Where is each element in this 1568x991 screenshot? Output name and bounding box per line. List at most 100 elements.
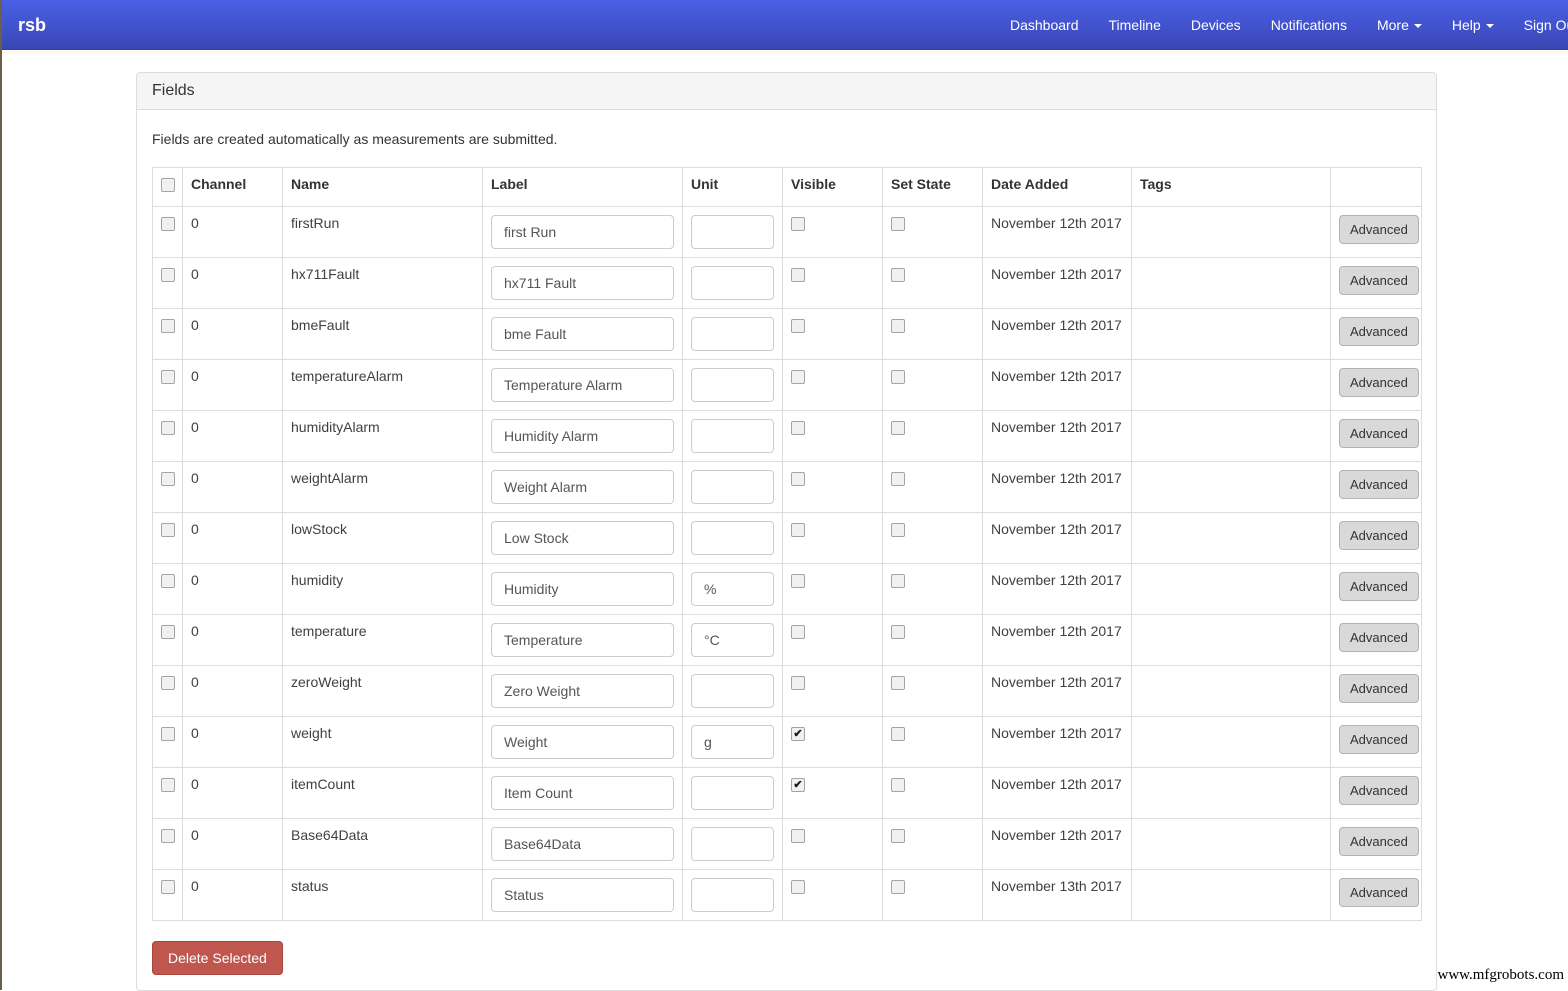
- set-state-checkbox[interactable]: [891, 676, 905, 690]
- label-input[interactable]: [491, 572, 674, 606]
- visible-checkbox[interactable]: [791, 370, 805, 384]
- visible-checkbox[interactable]: [791, 880, 805, 894]
- advanced-button[interactable]: Advanced: [1339, 572, 1419, 601]
- nav-dropdown-help[interactable]: Help: [1437, 0, 1509, 50]
- advanced-button[interactable]: Advanced: [1339, 470, 1419, 499]
- row-select-checkbox[interactable]: [161, 676, 175, 690]
- row-select-checkbox[interactable]: [161, 268, 175, 282]
- nav-link-sign-out[interactable]: Sign Out: [1509, 0, 1568, 50]
- unit-input[interactable]: [691, 419, 774, 453]
- visible-checkbox[interactable]: [791, 727, 805, 741]
- delete-selected-button[interactable]: Delete Selected: [152, 941, 283, 975]
- unit-input[interactable]: [691, 725, 774, 759]
- set-state-checkbox[interactable]: [891, 268, 905, 282]
- row-select-checkbox[interactable]: [161, 880, 175, 894]
- visible-checkbox[interactable]: [791, 523, 805, 537]
- advanced-button[interactable]: Advanced: [1339, 725, 1419, 754]
- visible-checkbox[interactable]: [791, 778, 805, 792]
- unit-input[interactable]: [691, 266, 774, 300]
- label-input[interactable]: [491, 623, 674, 657]
- set-state-checkbox[interactable]: [891, 727, 905, 741]
- advanced-button[interactable]: Advanced: [1339, 215, 1419, 244]
- set-state-checkbox[interactable]: [891, 625, 905, 639]
- nav-dropdown-more[interactable]: More: [1362, 0, 1437, 50]
- visible-checkbox[interactable]: [791, 217, 805, 231]
- row-select-checkbox[interactable]: [161, 727, 175, 741]
- nav-link-dashboard[interactable]: Dashboard: [995, 0, 1094, 50]
- set-state-checkbox[interactable]: [891, 880, 905, 894]
- visible-cell: [783, 615, 883, 666]
- label-input[interactable]: [491, 827, 674, 861]
- advanced-button[interactable]: Advanced: [1339, 266, 1419, 295]
- row-select-checkbox[interactable]: [161, 523, 175, 537]
- nav-link-devices[interactable]: Devices: [1176, 0, 1256, 50]
- unit-input[interactable]: [691, 215, 774, 249]
- label-input[interactable]: [491, 674, 674, 708]
- set-state-checkbox[interactable]: [891, 778, 905, 792]
- set-state-checkbox[interactable]: [891, 421, 905, 435]
- unit-input[interactable]: [691, 470, 774, 504]
- unit-input[interactable]: [691, 776, 774, 810]
- visible-checkbox[interactable]: [791, 676, 805, 690]
- advanced-button[interactable]: Advanced: [1339, 674, 1419, 703]
- unit-input[interactable]: [691, 878, 774, 912]
- unit-input[interactable]: [691, 368, 774, 402]
- label-input[interactable]: [491, 368, 674, 402]
- set-state-checkbox[interactable]: [891, 472, 905, 486]
- date-added-cell: November 12th 2017: [983, 819, 1132, 870]
- advanced-button[interactable]: Advanced: [1339, 776, 1419, 805]
- row-select-checkbox[interactable]: [161, 217, 175, 231]
- row-select-checkbox[interactable]: [161, 574, 175, 588]
- row-select-checkbox[interactable]: [161, 625, 175, 639]
- table-row: 0 weight November 12th 2017 Advanced: [153, 717, 1422, 768]
- select-all-checkbox[interactable]: [161, 178, 175, 192]
- nav-link-timeline[interactable]: Timeline: [1094, 0, 1176, 50]
- label-input[interactable]: [491, 470, 674, 504]
- brand-link[interactable]: rsb: [18, 0, 46, 50]
- visible-checkbox[interactable]: [791, 829, 805, 843]
- row-select-checkbox[interactable]: [161, 778, 175, 792]
- set-state-checkbox[interactable]: [891, 217, 905, 231]
- actions-cell: Advanced: [1331, 309, 1422, 360]
- set-state-checkbox[interactable]: [891, 829, 905, 843]
- label-input[interactable]: [491, 215, 674, 249]
- unit-input[interactable]: [691, 317, 774, 351]
- row-select-checkbox[interactable]: [161, 472, 175, 486]
- visible-checkbox[interactable]: [791, 625, 805, 639]
- row-select-checkbox[interactable]: [161, 829, 175, 843]
- unit-cell: [683, 819, 783, 870]
- label-input[interactable]: [491, 317, 674, 351]
- row-select-checkbox[interactable]: [161, 421, 175, 435]
- advanced-button[interactable]: Advanced: [1339, 368, 1419, 397]
- label-input[interactable]: [491, 419, 674, 453]
- nav-link-notifications[interactable]: Notifications: [1256, 0, 1362, 50]
- advanced-button[interactable]: Advanced: [1339, 419, 1419, 448]
- label-input[interactable]: [491, 725, 674, 759]
- row-select-checkbox[interactable]: [161, 319, 175, 333]
- label-input[interactable]: [491, 878, 674, 912]
- actions-cell: Advanced: [1331, 819, 1422, 870]
- advanced-button[interactable]: Advanced: [1339, 827, 1419, 856]
- advanced-button[interactable]: Advanced: [1339, 317, 1419, 346]
- unit-input[interactable]: [691, 827, 774, 861]
- visible-checkbox[interactable]: [791, 268, 805, 282]
- set-state-checkbox[interactable]: [891, 370, 905, 384]
- advanced-button[interactable]: Advanced: [1339, 878, 1419, 907]
- visible-checkbox[interactable]: [791, 472, 805, 486]
- label-input[interactable]: [491, 266, 674, 300]
- advanced-button[interactable]: Advanced: [1339, 521, 1419, 550]
- set-state-checkbox[interactable]: [891, 523, 905, 537]
- visible-checkbox[interactable]: [791, 421, 805, 435]
- unit-input[interactable]: [691, 674, 774, 708]
- row-select-checkbox[interactable]: [161, 370, 175, 384]
- unit-input[interactable]: [691, 572, 774, 606]
- set-state-checkbox[interactable]: [891, 319, 905, 333]
- label-input[interactable]: [491, 521, 674, 555]
- advanced-button[interactable]: Advanced: [1339, 623, 1419, 652]
- visible-checkbox[interactable]: [791, 319, 805, 333]
- unit-input[interactable]: [691, 623, 774, 657]
- label-input[interactable]: [491, 776, 674, 810]
- visible-checkbox[interactable]: [791, 574, 805, 588]
- unit-input[interactable]: [691, 521, 774, 555]
- set-state-checkbox[interactable]: [891, 574, 905, 588]
